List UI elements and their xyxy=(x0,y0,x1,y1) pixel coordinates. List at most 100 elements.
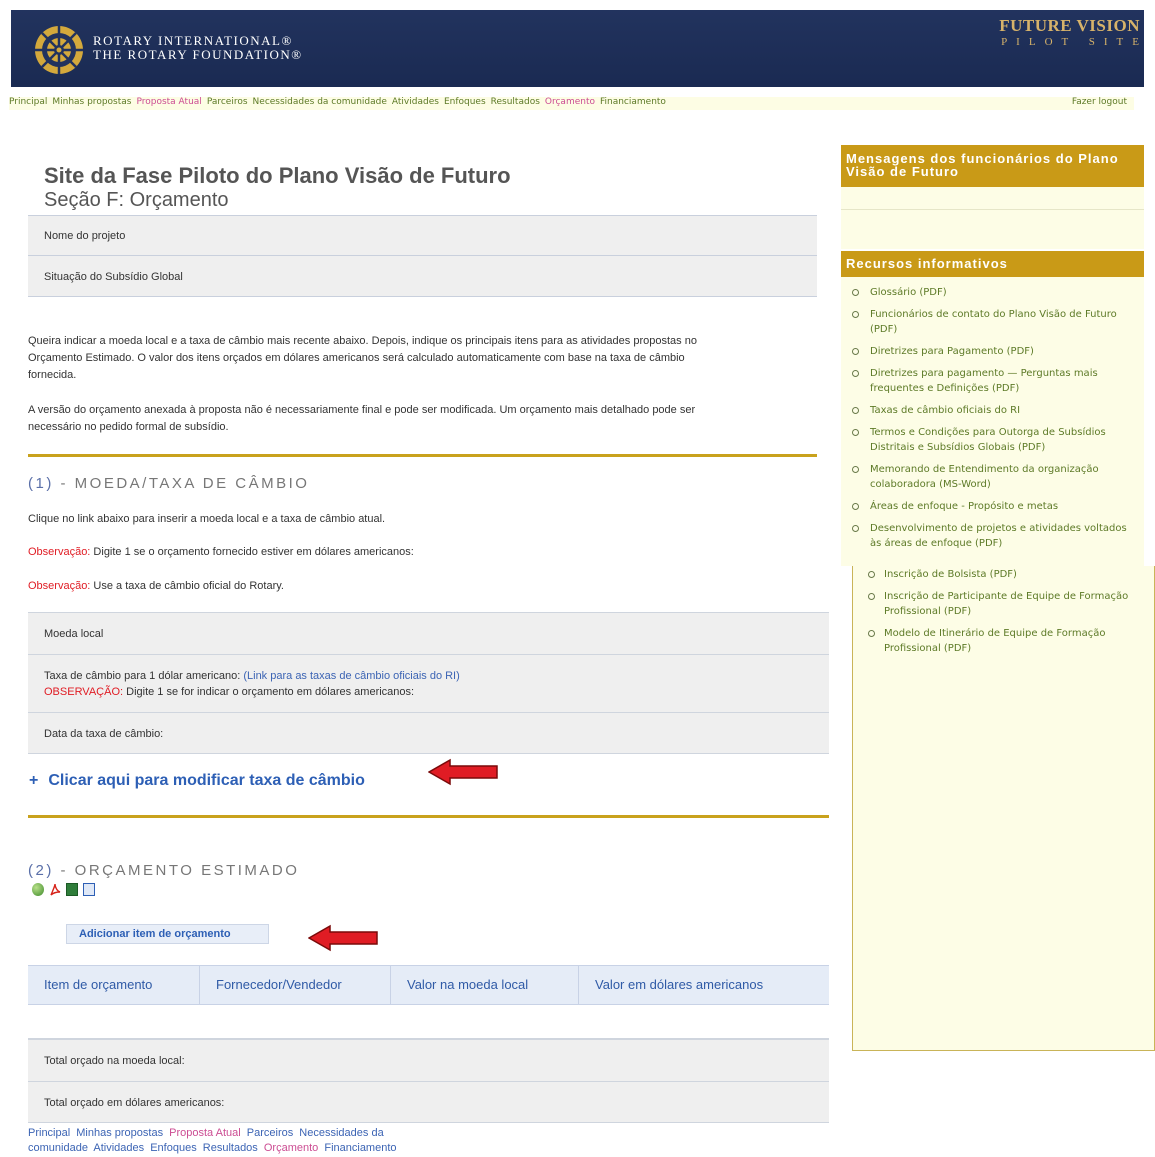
nav-necessidades[interactable]: Necessidades da comunidade xyxy=(253,97,387,107)
footer-nav-resultados[interactable]: Resultados xyxy=(203,1142,258,1154)
globe-icon[interactable] xyxy=(32,883,44,897)
footer-nav-enfoques[interactable]: Enfoques xyxy=(150,1142,196,1154)
section-1-heading: - MOEDA/TAXA DE CÂMBIO xyxy=(60,475,310,492)
excel-icon[interactable] xyxy=(66,883,78,897)
resource-link[interactable]: Glossário (PDF) xyxy=(852,285,1137,300)
nav-atividades[interactable]: Atividades xyxy=(392,97,439,107)
plus-icon: + xyxy=(29,772,39,789)
page-subtitle: Seção F: Orçamento xyxy=(44,189,229,211)
brand-line-1: FUTURE VISION xyxy=(999,16,1140,35)
intro-paragraph-2: A versão do orçamento anexada à proposta… xyxy=(28,404,696,433)
logout-link[interactable]: Fazer logout xyxy=(1072,97,1127,107)
nav-financiamento[interactable]: Financiamento xyxy=(600,97,666,107)
footer-nav-parceiros[interactable]: Parceiros xyxy=(247,1127,293,1139)
column-header-supplier[interactable]: Fornecedor/Vendedor xyxy=(200,966,391,1004)
grant-status-label: Situação do Subsídio Global xyxy=(44,271,183,283)
total-usd-label: Total orçado em dólares americanos: xyxy=(44,1097,225,1109)
note-2-label: Observação: xyxy=(28,580,91,592)
page-title: Site da Fase Piloto do Plano Visão de Fu… xyxy=(44,163,511,188)
exchange-rate-note: OBSERVAÇÃO: Digite 1 se for indicar o or… xyxy=(44,684,829,700)
resource-link[interactable]: Taxas de câmbio oficiais do RI xyxy=(852,403,1137,418)
messages-panel xyxy=(841,187,1144,210)
section-2-number: (2) xyxy=(28,862,54,879)
column-header-item[interactable]: Item de orçamento xyxy=(28,966,200,1004)
rotary-wheel-logo xyxy=(35,26,83,74)
footer-nav-proposta-atual[interactable]: Proposta Atual xyxy=(169,1127,241,1139)
intro-paragraph-1: Queira indicar a moeda local e a taxa de… xyxy=(28,335,697,381)
note-2-text: Use a taxa de câmbio oficial do Rotary. xyxy=(90,580,284,592)
resource-link[interactable]: Termos e Condições para Outorga de Subsí… xyxy=(852,425,1137,455)
exchange-rate-line: Taxa de câmbio para 1 dólar americano: (… xyxy=(44,668,829,684)
note-1-text: Digite 1 se o orçamento fornecido estive… xyxy=(90,546,414,558)
exchange-rate-note-text: Digite 1 se for indicar o orçamento em d… xyxy=(123,686,415,698)
section-2-heading: - ORÇAMENTO ESTIMADO xyxy=(60,862,300,879)
column-header-usd-value[interactable]: Valor em dólares americanos xyxy=(579,966,829,1004)
exchange-rate-row: Taxa de câmbio para 1 dólar americano: (… xyxy=(28,655,829,713)
modify-exchange-rate-link[interactable]: + Clicar aqui para modificar taxa de câmb… xyxy=(29,772,365,790)
resource-link[interactable]: Inscrição de Participante de Equipe de F… xyxy=(868,589,1153,619)
note-2: Observação: Use a taxa de câmbio oficial… xyxy=(28,580,284,592)
footer-nav-atividades[interactable]: Atividades xyxy=(93,1142,144,1154)
rate-date-label: Data da taxa de câmbio: xyxy=(44,728,164,740)
total-usd-row: Total orçado em dólares americanos: xyxy=(28,1082,829,1123)
nav-principal[interactable]: Principal xyxy=(9,97,47,107)
section-divider xyxy=(28,815,829,818)
rate-date-row: Data da taxa de câmbio: xyxy=(28,713,829,754)
word-icon[interactable] xyxy=(83,883,95,897)
left-arrow-icon xyxy=(428,758,498,786)
resource-link[interactable]: Áreas de enfoque - Propósito e metas xyxy=(852,499,1137,514)
resource-link[interactable]: Diretrizes para pagamento — Perguntas ma… xyxy=(852,366,1137,396)
footer-nav-minhas-propostas[interactable]: Minhas propostas xyxy=(76,1127,163,1139)
add-budget-item-button[interactable]: Adicionar item de orçamento xyxy=(66,924,269,944)
nav-enfoques[interactable]: Enfoques xyxy=(444,97,486,107)
section-2-title: (2) - ORÇAMENTO ESTIMADO xyxy=(28,862,299,879)
nav-proposta-atual[interactable]: Proposta Atual xyxy=(136,97,201,107)
project-name-label: Nome do projeto xyxy=(44,230,126,242)
section-1-instruction: Clique no link abaixo para inserir a moe… xyxy=(28,513,386,525)
pdf-icon[interactable] xyxy=(49,883,61,896)
column-header-local-value[interactable]: Valor na moeda local xyxy=(391,966,579,1004)
top-navigation: Principal Minhas propostas Proposta Atual P… xyxy=(9,97,1134,110)
total-local-label: Total orçado na moeda local: xyxy=(44,1055,185,1067)
section-1-number: (1) xyxy=(28,475,54,492)
resource-link[interactable]: Modelo de Itinerário de Equipe de Formaç… xyxy=(868,626,1153,656)
resource-link[interactable]: Desenvolvimento de projetos e atividades… xyxy=(852,521,1137,551)
footer-nav-orcamento[interactable]: Orçamento xyxy=(264,1142,318,1154)
budget-table-header: Item de orçamento Fornecedor/Vendedor Va… xyxy=(28,965,829,1005)
local-currency-row: Moeda local xyxy=(28,613,829,655)
resource-link[interactable]: Funcionários de contato do Plano Visão d… xyxy=(852,307,1137,337)
nav-orcamento[interactable]: Orçamento xyxy=(545,97,595,107)
nav-resultados[interactable]: Resultados xyxy=(491,97,540,107)
org-line-1: ROTARY INTERNATIONAL® xyxy=(93,33,293,48)
footer-nav-financiamento[interactable]: Financiamento xyxy=(324,1142,396,1154)
grant-status-row: Situação do Subsídio Global xyxy=(28,256,817,297)
footer-nav-principal[interactable]: Principal xyxy=(28,1127,70,1139)
note-1-label: Observação: xyxy=(28,546,91,558)
footer-navigation: Principal Minhas propostas Proposta Atua… xyxy=(28,1126,448,1156)
exchange-rate-note-label: OBSERVAÇÃO: xyxy=(44,686,124,698)
nav-minhas-propostas[interactable]: Minhas propostas xyxy=(52,97,131,107)
messages-panel-2 xyxy=(841,210,1144,249)
messages-header: Mensagens dos funcionários do Plano Visã… xyxy=(841,145,1144,187)
brand-line-2: PILOT SITE xyxy=(1001,36,1148,48)
resource-link[interactable]: Memorando de Entendimento da organização… xyxy=(852,462,1137,492)
site-header: ROTARY INTERNATIONAL® THE ROTARY FOUNDAT… xyxy=(11,10,1144,87)
section-divider xyxy=(28,454,817,457)
export-icons xyxy=(32,881,100,899)
section-1-title: (1) - MOEDA/TAXA DE CÂMBIO xyxy=(28,475,309,492)
modify-exchange-rate-text: Clicar aqui para modificar taxa de câmbi… xyxy=(48,772,365,789)
resources-list: Glossário (PDF) Funcionários de contato … xyxy=(852,285,1137,558)
note-1: Observação: Digite 1 se o orçamento forn… xyxy=(28,546,414,558)
resource-link[interactable]: Inscrição de Bolsista (PDF) xyxy=(868,567,1153,582)
org-line-2: THE ROTARY FOUNDATION® xyxy=(93,47,303,62)
exchange-rate-label: Taxa de câmbio para 1 dólar americano: xyxy=(44,670,244,682)
resources-header: Recursos informativos xyxy=(841,251,1144,277)
total-local-row: Total orçado na moeda local: xyxy=(28,1040,829,1082)
future-vision-brand: FUTURE VISION PILOT SITE xyxy=(999,16,1140,48)
nav-parceiros[interactable]: Parceiros xyxy=(207,97,248,107)
official-rates-link[interactable]: (Link para as taxas de câmbio oficiais d… xyxy=(243,670,459,682)
org-name: ROTARY INTERNATIONAL® THE ROTARY FOUNDAT… xyxy=(93,34,303,62)
resource-link[interactable]: Diretrizes para Pagamento (PDF) xyxy=(852,344,1137,359)
resources-list-extra: Inscrição de Bolsista (PDF) Inscrição de… xyxy=(868,567,1153,663)
local-currency-label: Moeda local xyxy=(44,628,104,640)
